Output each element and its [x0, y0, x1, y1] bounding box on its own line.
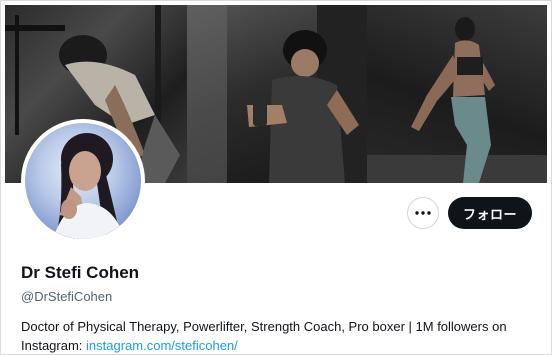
profile-avatar[interactable]	[21, 119, 145, 243]
banner-photo-pose	[367, 5, 547, 183]
instagram-link[interactable]: instagram.com/steficohen/	[86, 338, 238, 353]
banner-photo-shaker	[187, 5, 367, 183]
profile-bio: Doctor of Physical Therapy, Powerlifter,…	[21, 317, 533, 354]
more-dots-icon	[415, 211, 431, 215]
profile-card: フォロー Dr Stefi Cohen @DrStefiCohen Doctor…	[0, 0, 552, 355]
follow-button[interactable]: フォロー	[448, 197, 532, 229]
gym-photo-pose-icon	[367, 17, 547, 183]
profile-photo-icon	[53, 133, 125, 239]
display-name: Dr Stefi Cohen	[21, 263, 140, 282]
more-options-button[interactable]	[407, 197, 439, 229]
user-handle: @DrStefiCohen	[21, 289, 113, 304]
gym-photo-shaker-icon	[187, 5, 367, 183]
